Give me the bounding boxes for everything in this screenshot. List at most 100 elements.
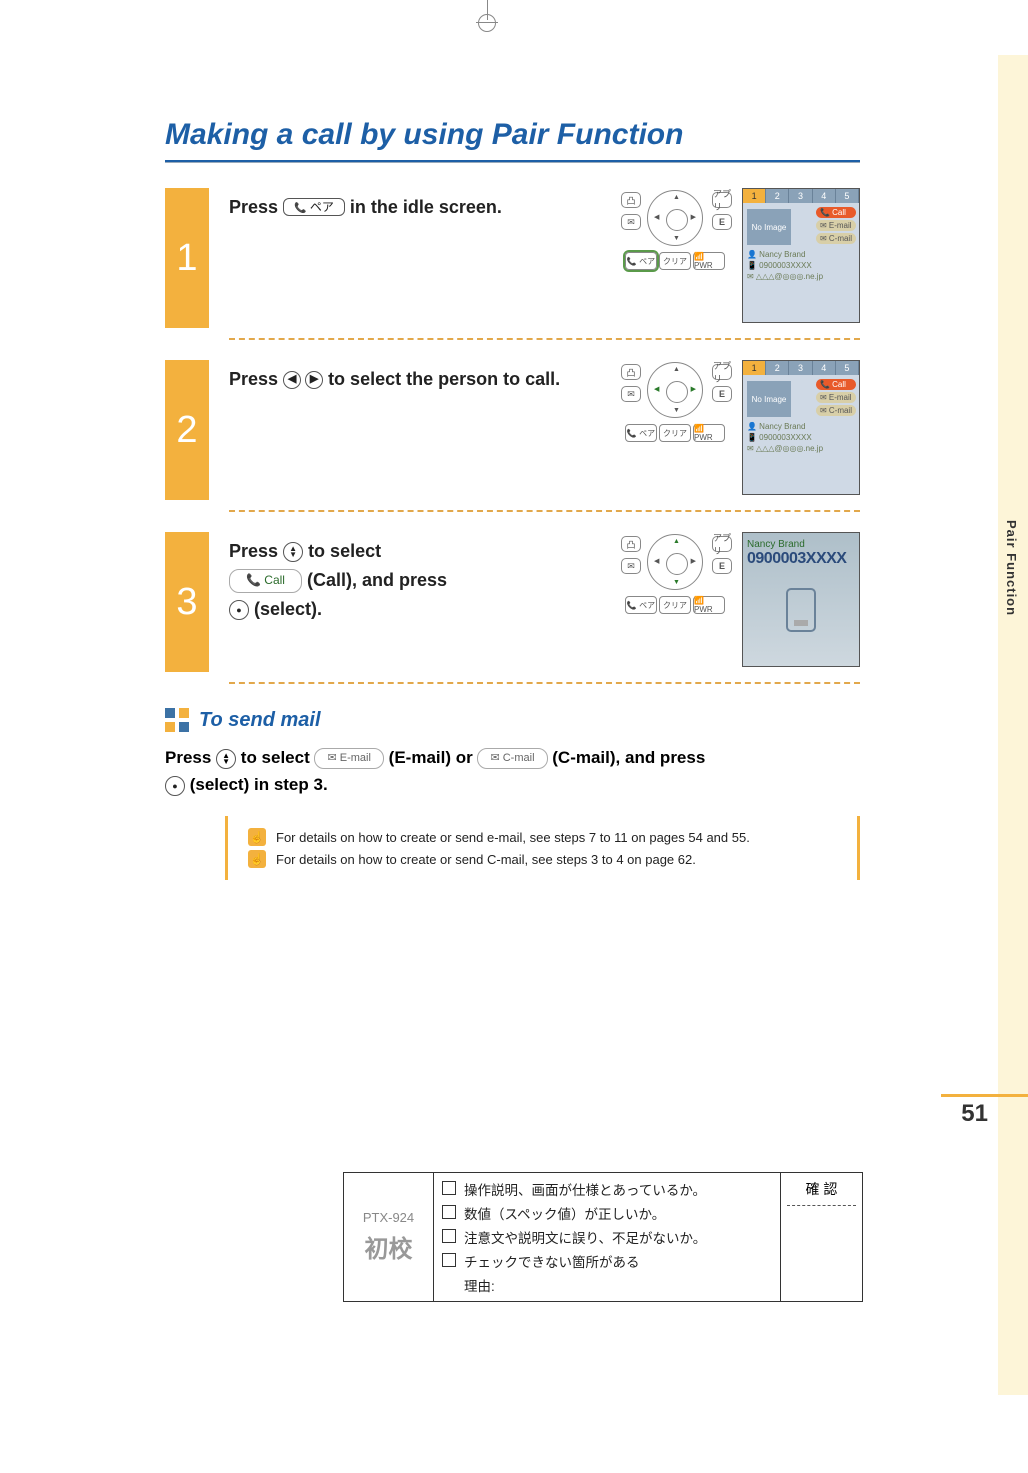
tab: 1	[743, 189, 766, 203]
proofreading-box: PTX-924 初校 操作説明、画面が仕様とあっているか。 数値（スペック値）が…	[343, 1172, 863, 1302]
check-item: 注意文や説明文に誤り、不足がないか。	[464, 1227, 706, 1247]
step-3-text: Press ▲▼ to select 📞 Call (Call), and pr…	[229, 532, 619, 672]
soft-key: E	[712, 558, 732, 574]
center-key-icon	[165, 776, 185, 796]
note-1: ☝ For details on how to create or send e…	[248, 828, 837, 846]
clear-key: クリア	[659, 252, 691, 270]
soft-key: 凸	[621, 536, 641, 552]
subheading-text: To send mail	[199, 709, 321, 732]
cmail-option-chip: ✉ C-mail	[477, 748, 547, 770]
text: in the idle screen.	[350, 197, 502, 217]
keypad-illustration: 凸 アプリ ✉ E ▲ ▼ ◀ ▶ 📞 ペア クリア 📶 PWR	[619, 360, 734, 450]
clear-key: クリア	[659, 596, 691, 614]
separator	[229, 682, 860, 684]
note-icon: ☝	[248, 850, 266, 868]
no-image-thumb: No Image	[747, 209, 791, 245]
menu-cmail: ✉ C-mail	[816, 233, 856, 244]
notes-box: ☝ For details on how to create or send e…	[225, 816, 860, 880]
call-key: 📞 ペア	[625, 424, 657, 442]
step-2: 2 Press ◀▶ to select the person to call.…	[165, 360, 860, 500]
tab: 2	[766, 361, 789, 375]
menu-cmail: ✉ C-mail	[816, 405, 856, 416]
power-key: 📶 PWR	[693, 596, 725, 614]
text: Press	[229, 541, 283, 561]
soft-key: 凸	[621, 364, 641, 380]
soft-key: アプリ	[712, 192, 732, 208]
model-number: PTX-924	[363, 1210, 414, 1225]
dpad-icon: ▲ ▼ ◀ ▶	[647, 362, 703, 418]
text: (C-mail), and press	[552, 748, 705, 767]
up-down-key-icon: ▲▼	[216, 749, 236, 769]
tab: 5	[836, 189, 859, 203]
step-2-text: Press ◀▶ to select the person to call.	[229, 360, 619, 500]
left-right-key-icon: ◀▶	[283, 371, 323, 389]
proof-stage: 初校	[365, 1229, 413, 1264]
reason-label: 理由:	[464, 1275, 495, 1295]
separator	[229, 510, 860, 512]
step-1: 1 Press 📞 ペア in the idle screen. 凸 アプリ ✉…	[165, 188, 860, 328]
phone-screen-1: 1 2 3 4 5 No Image 📞 Call ✉ E-mail ✉ C-m…	[742, 188, 860, 323]
text: (select) in step 3.	[190, 775, 328, 794]
checkbox[interactable]	[442, 1205, 456, 1219]
step-number-3: 3	[165, 532, 209, 672]
page-content: Making a call by using Pair Function 1 P…	[165, 118, 860, 880]
contact-email: ✉ △△△@◎◎◎.ne.jp	[747, 443, 855, 454]
text: Press	[229, 369, 283, 389]
step-number-1: 1	[165, 188, 209, 328]
text: (Call), and press	[307, 570, 447, 590]
step-number-2: 2	[165, 360, 209, 500]
contact-name: 👤 Nancy Brand	[747, 249, 855, 260]
checkbox[interactable]	[442, 1253, 456, 1267]
menu-email: ✉ E-mail	[816, 392, 856, 403]
mail-instructions: Press ▲▼ to select ✉ E-mail (E-mail) or …	[165, 744, 860, 798]
calling-name: Nancy Brand	[747, 539, 855, 550]
soft-key: ✉	[621, 386, 641, 402]
keypad-illustration: 凸 アプリ ✉ E ▲ ▼ ◀ ▶ 📞 ペア クリア 📶 PWR	[619, 532, 734, 622]
tab: 5	[836, 361, 859, 375]
power-key: 📶 PWR	[693, 424, 725, 442]
side-tab-label: Pair Function	[1004, 520, 1019, 616]
call-key: 📞 ペア	[625, 252, 657, 270]
soft-key: 凸	[621, 192, 641, 208]
subheading-icon	[165, 708, 189, 732]
menu-email: ✉ E-mail	[816, 220, 856, 231]
text: to select	[308, 541, 381, 561]
soft-key: E	[712, 386, 732, 402]
note-icon: ☝	[248, 828, 266, 846]
tab: 4	[813, 189, 836, 203]
tab: 3	[789, 361, 812, 375]
calling-number: 0900003XXXX	[747, 550, 855, 568]
clear-key: クリア	[659, 424, 691, 442]
checkbox[interactable]	[442, 1229, 456, 1243]
text: to select the person to call.	[328, 369, 560, 389]
step-1-text: Press 📞 ペア in the idle screen.	[229, 188, 619, 328]
email-option-chip: ✉ E-mail	[314, 748, 383, 770]
text: (select).	[254, 599, 322, 619]
soft-key: アプリ	[712, 364, 732, 380]
text: to select	[241, 748, 315, 767]
phone-screen-2: 1 2 3 4 5 No Image 📞 Call ✉ E-mail ✉ C-m…	[742, 360, 860, 495]
tab: 1	[743, 361, 766, 375]
soft-key: E	[712, 214, 732, 230]
check-item: 数値（スペック値）が正しいか。	[464, 1203, 665, 1223]
dpad-icon: ▲ ▼ ◀ ▶	[647, 534, 703, 590]
menu-call: 📞 Call	[816, 379, 856, 390]
check-item: 操作説明、画面が仕様とあっているか。	[464, 1179, 706, 1199]
contact-name: 👤 Nancy Brand	[747, 421, 855, 432]
text: Press	[229, 197, 283, 217]
no-image-thumb: No Image	[747, 381, 791, 417]
menu-call: 📞 Call	[816, 207, 856, 218]
tab: 2	[766, 189, 789, 203]
step-3: 3 Press ▲▼ to select 📞 Call (Call), and …	[165, 532, 860, 672]
soft-key: ✉	[621, 558, 641, 574]
contact-phone: 📱 0900003XXXX	[747, 260, 855, 271]
keypad-illustration: 凸 アプリ ✉ E ▲ ▼ ◀ ▶ 📞 ペア クリア 📶 PWR	[619, 188, 734, 278]
page-number: 51	[961, 1100, 988, 1128]
note-2: ☝ For details on how to create or send C…	[248, 850, 837, 868]
title-underline	[165, 160, 860, 163]
tab: 4	[813, 361, 836, 375]
contact-phone: 📱 0900003XXXX	[747, 432, 855, 443]
checkbox[interactable]	[442, 1181, 456, 1195]
call-option-chip: 📞 Call	[229, 569, 302, 592]
up-down-key-icon: ▲▼	[283, 542, 303, 562]
